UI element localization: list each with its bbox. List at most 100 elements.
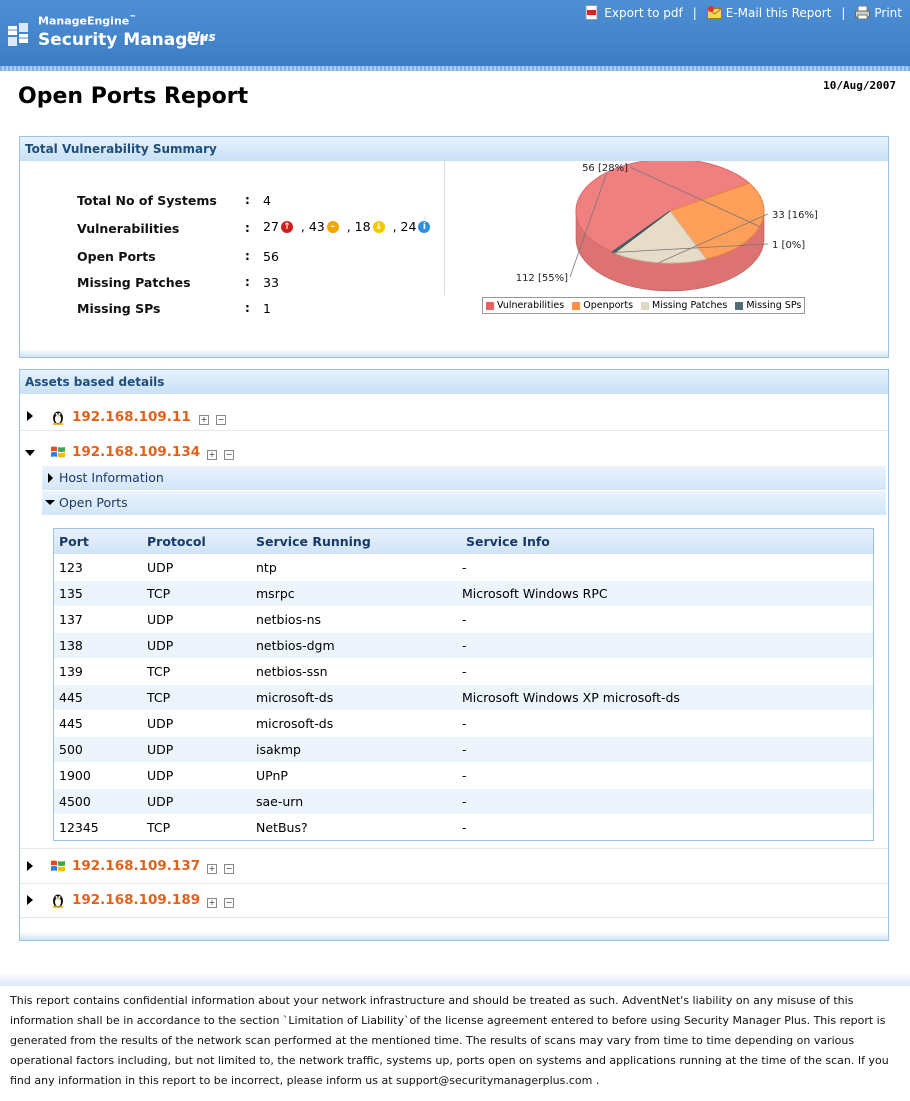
service-info-cell: - bbox=[462, 560, 467, 575]
email-report-label: E-Mail this Report bbox=[725, 5, 832, 20]
host-ip-link[interactable]: 192.168.109.134 bbox=[72, 444, 200, 460]
protocol-cell: UDP bbox=[147, 768, 174, 783]
service-info-cell: - bbox=[462, 794, 467, 809]
service-cell: netbios-dgm bbox=[256, 638, 335, 653]
host-row[interactable]: 192.168.109.189 + − bbox=[20, 883, 888, 918]
table-row: 445 UDP microsoft-ds - bbox=[54, 710, 873, 736]
open-ports-table: Port Protocol Service Running Service In… bbox=[53, 528, 874, 841]
table-row: 4500 UDP sae-urn - bbox=[54, 788, 873, 814]
host-row-expanded: 192.168.109.134 + − Host Information Ope… bbox=[20, 431, 888, 847]
table-row: 123 UDP ntp - bbox=[54, 554, 873, 580]
service-cell: microsoft-ds bbox=[256, 690, 334, 705]
service-cell: NetBus? bbox=[256, 820, 308, 835]
open-ports-label: Open Ports bbox=[59, 495, 128, 510]
port-cell: 123 bbox=[59, 560, 83, 575]
logo-icon bbox=[8, 23, 28, 46]
protocol-cell: UDP bbox=[147, 612, 174, 627]
link-separator: | bbox=[692, 5, 697, 20]
expand-all-icon[interactable]: + bbox=[207, 450, 217, 460]
protocol-cell: UDP bbox=[147, 794, 174, 809]
legend-label: Openports bbox=[583, 300, 634, 311]
legend-swatch bbox=[735, 301, 744, 310]
open-ports-section[interactable]: Open Ports bbox=[42, 491, 886, 515]
collapse-arrow-icon[interactable] bbox=[25, 450, 35, 456]
legend-item: Openports bbox=[572, 300, 633, 311]
host-ip-link[interactable]: 192.168.109.189 bbox=[72, 892, 200, 908]
host-ip-link[interactable]: 192.168.109.11 bbox=[72, 409, 191, 425]
collapse-arrow-icon bbox=[45, 500, 55, 505]
disclaimer-text: This report contains confidential inform… bbox=[10, 994, 889, 1087]
service-cell: microsoft-ds bbox=[256, 716, 334, 731]
expand-all-icon[interactable]: + bbox=[207, 898, 217, 908]
missing-sps-label: Missing SPs bbox=[77, 301, 161, 316]
collapse-all-icon[interactable]: − bbox=[224, 898, 234, 908]
port-cell: 445 bbox=[59, 690, 83, 705]
footer-divider bbox=[0, 972, 910, 986]
service-cell: ntp bbox=[256, 560, 277, 575]
link-separator: | bbox=[841, 5, 846, 20]
expand-arrow-icon[interactable] bbox=[27, 861, 33, 871]
expand-all-icon[interactable]: + bbox=[199, 415, 209, 425]
service-info-cell: Microsoft Windows XP microsoft-ds bbox=[462, 690, 680, 705]
brand-product: Security Manager bbox=[38, 30, 208, 50]
report-date: 10/Aug/2007 bbox=[823, 79, 896, 92]
email-report-link[interactable]: E-Mail this Report bbox=[706, 5, 832, 20]
expand-arrow-icon[interactable] bbox=[27, 895, 33, 905]
host-information-section[interactable]: Host Information bbox=[42, 466, 886, 490]
port-cell: 138 bbox=[59, 638, 83, 653]
column-header-protocol: Protocol bbox=[147, 534, 206, 549]
summary-panel: Total Vulnerability Summary Total No of … bbox=[19, 136, 889, 358]
systems-value: 4 bbox=[263, 193, 271, 208]
summary-heading: Total Vulnerability Summary bbox=[20, 137, 888, 161]
vuln-medium: , 43– bbox=[301, 219, 343, 234]
protocol-cell: TCP bbox=[147, 820, 171, 835]
legend-item: Missing SPs bbox=[735, 300, 801, 311]
port-cell: 4500 bbox=[59, 794, 91, 809]
high-severity-icon: ↑ bbox=[280, 220, 293, 233]
port-cell: 139 bbox=[59, 664, 83, 679]
host-row[interactable]: 192.168.109.11 + − bbox=[20, 396, 888, 431]
linux-icon bbox=[52, 411, 64, 425]
printer-icon bbox=[855, 5, 871, 20]
collapse-all-icon[interactable]: − bbox=[224, 864, 234, 874]
export-pdf-link[interactable]: Export to pdf bbox=[585, 5, 683, 20]
colon: : bbox=[245, 221, 250, 235]
service-info-cell: - bbox=[462, 742, 467, 757]
expand-all-icon[interactable]: + bbox=[207, 864, 217, 874]
column-header-service-info: Service Info bbox=[466, 534, 550, 549]
expand-arrow-icon[interactable] bbox=[27, 411, 33, 421]
collapse-all-icon[interactable]: − bbox=[224, 450, 234, 460]
port-cell: 12345 bbox=[59, 820, 99, 835]
pdf-icon bbox=[585, 5, 598, 20]
service-info-cell: - bbox=[462, 716, 467, 731]
panel-footer bbox=[20, 349, 888, 357]
protocol-cell: UDP bbox=[147, 560, 174, 575]
vulnerabilities-value: 27 ↑ , 43– , 18 ↓ , 24 i bbox=[263, 219, 434, 234]
host-ip-link[interactable]: 192.168.109.137 bbox=[72, 858, 200, 874]
slice-label: 33 [16%] bbox=[772, 210, 818, 221]
column-header-service: Service Running bbox=[256, 534, 371, 549]
port-cell: 445 bbox=[59, 716, 83, 731]
service-cell: isakmp bbox=[256, 742, 301, 757]
print-link[interactable]: Print bbox=[855, 5, 902, 20]
slice-label: 56 [28%] bbox=[582, 163, 628, 174]
windows-icon bbox=[51, 446, 65, 458]
colon: : bbox=[245, 249, 250, 263]
windows-icon bbox=[51, 860, 65, 872]
legend-label: Vulnerabilities bbox=[497, 300, 565, 311]
table-row: 135 TCP msrpc Microsoft Windows RPC bbox=[54, 580, 873, 606]
chart-legend: Vulnerabilities Openports Missing Patche… bbox=[482, 297, 806, 314]
colon: : bbox=[245, 275, 250, 289]
port-cell: 1900 bbox=[59, 768, 91, 783]
protocol-cell: TCP bbox=[147, 664, 171, 679]
legend-swatch bbox=[641, 301, 650, 310]
service-info-cell: - bbox=[462, 768, 467, 783]
header-stripe bbox=[0, 66, 910, 71]
service-cell: msrpc bbox=[256, 586, 295, 601]
table-row: 139 TCP netbios-ssn - bbox=[54, 658, 873, 684]
collapse-all-icon[interactable]: − bbox=[216, 415, 226, 425]
table-row: 445 TCP microsoft-ds Microsoft Windows XP m… bbox=[54, 684, 873, 710]
host-row[interactable]: 192.168.109.137 + − bbox=[20, 848, 888, 884]
low-severity-icon: ↓ bbox=[372, 220, 385, 233]
table-row: 1900 UDP UPnP - bbox=[54, 762, 873, 788]
